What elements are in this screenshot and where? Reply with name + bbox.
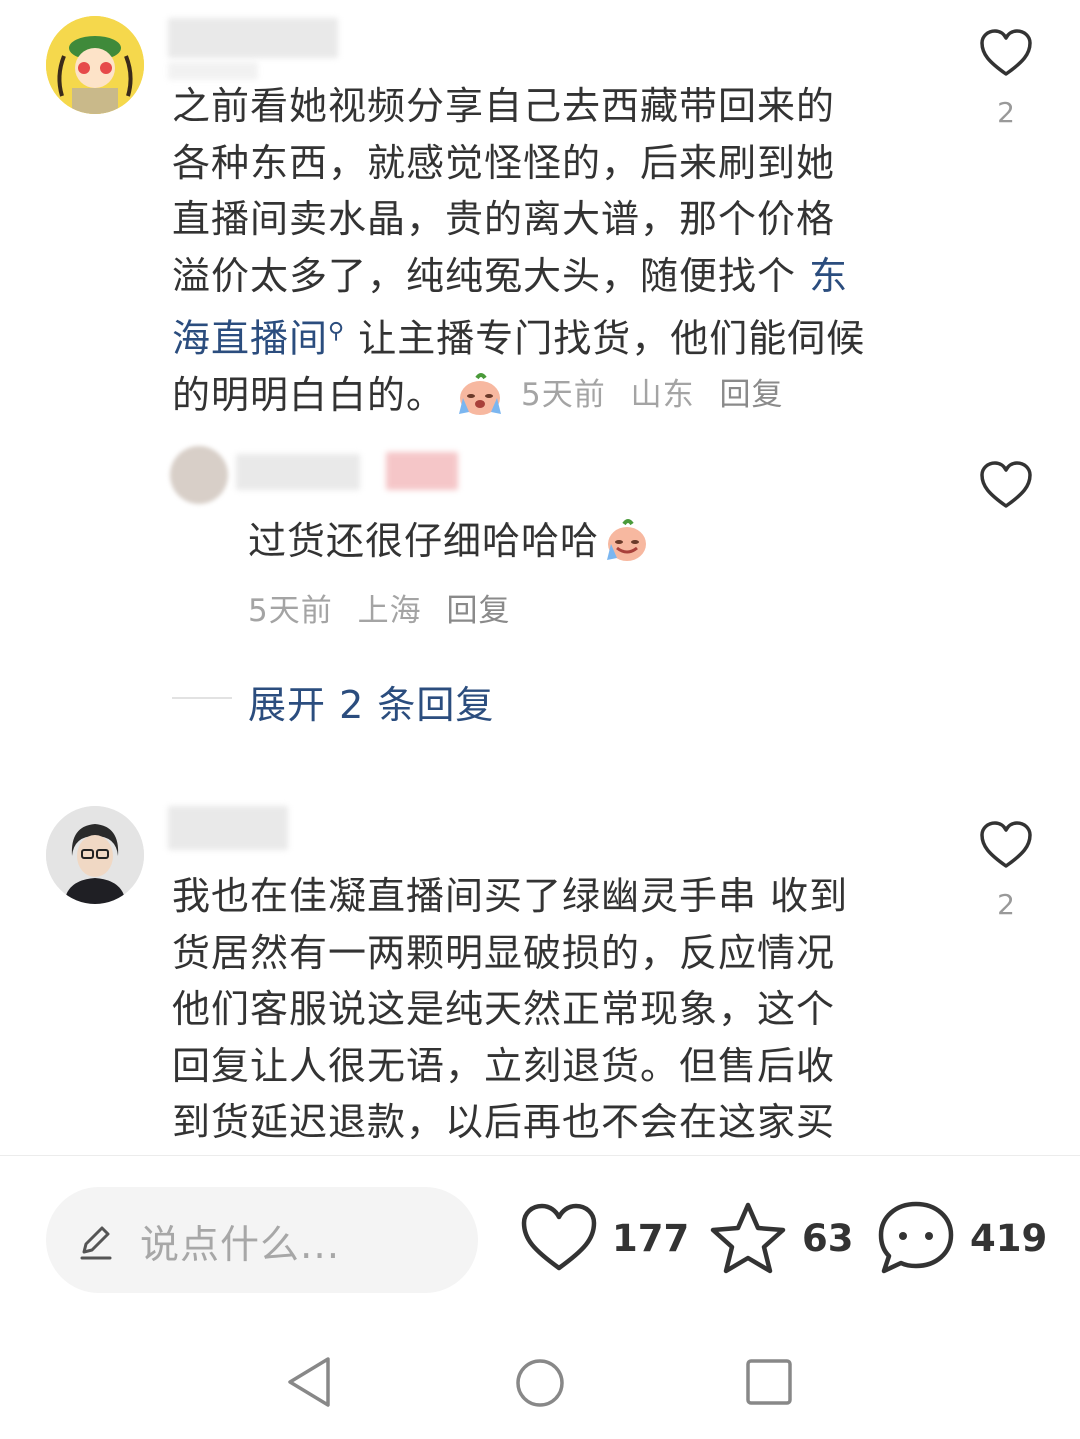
- comment-input-placeholder: 说点什么...: [140, 1223, 341, 1268]
- avatar[interactable]: [170, 446, 228, 504]
- home-icon[interactable]: [514, 1357, 566, 1409]
- like-count: 177: [612, 1216, 690, 1260]
- comment-button[interactable]: 419: [876, 1198, 1047, 1278]
- avatar-cartoon-icon: [46, 16, 144, 114]
- reply-location: 上海: [357, 593, 422, 629]
- crying-peach-emoji-icon: [607, 519, 647, 562]
- recent-apps-icon[interactable]: [744, 1357, 794, 1407]
- back-icon[interactable]: [284, 1355, 334, 1409]
- bottom-action-bar: 说点什么... 177 63 419: [0, 1155, 1080, 1319]
- avatar-person-icon: [46, 806, 144, 904]
- comment-text: 我也在佳凝直播间买了绿幽灵手串 收到 货居然有一两颗明显破损的，反应情况 他们客…: [172, 874, 849, 1144]
- chat-bubble-icon: [878, 1201, 954, 1274]
- favorite-button[interactable]: 63: [708, 1198, 854, 1278]
- like-count: 2: [997, 96, 1015, 129]
- expand-divider: [172, 697, 232, 699]
- username-blurred[interactable]: [168, 18, 338, 58]
- reply-button[interactable]: 回复: [719, 377, 783, 413]
- pencil-icon: [80, 1226, 112, 1260]
- reply-button[interactable]: 回复: [446, 593, 510, 629]
- search-icon: ⚲: [328, 319, 346, 344]
- like-count: 2: [997, 888, 1015, 921]
- live-room-link[interactable]: 东: [809, 254, 848, 298]
- heart-icon: [980, 821, 1032, 868]
- comment-input[interactable]: 说点什么...: [46, 1187, 478, 1293]
- comment-location: 山东: [630, 377, 695, 414]
- like-button[interactable]: 2: [966, 820, 1046, 921]
- avatar[interactable]: [46, 16, 144, 114]
- star-icon: [710, 1202, 786, 1274]
- heart-icon: [521, 1203, 597, 1271]
- heart-icon: [980, 461, 1032, 508]
- favorite-count: 63: [802, 1216, 854, 1260]
- expand-replies-button[interactable]: 展开 2 条回复: [248, 674, 494, 729]
- heart-icon: [980, 29, 1032, 76]
- username-blurred[interactable]: [236, 454, 360, 490]
- like-post-button[interactable]: 177: [520, 1198, 689, 1278]
- author-tag-blurred: [386, 452, 458, 490]
- comment-count: 419: [970, 1216, 1048, 1260]
- system-navigation-bar: [0, 1319, 1080, 1439]
- like-button[interactable]: [966, 460, 1046, 510]
- reply-time: 5天前: [248, 593, 333, 629]
- avatar[interactable]: [46, 806, 144, 904]
- reply-text: 过货还很仔细哈哈哈: [248, 513, 651, 570]
- username-blurred[interactable]: [168, 806, 288, 850]
- comment-time: 5天前: [521, 377, 606, 414]
- crying-peach-emoji-icon: [459, 373, 502, 416]
- like-button[interactable]: 2: [966, 28, 1046, 129]
- comment-text: 之前看她视频分享自己去西藏带回来的 各种东西，就感觉怪怪的，后来刷到她 直播间卖…: [172, 84, 866, 418]
- live-room-link-cont[interactable]: 海直播间: [172, 317, 328, 361]
